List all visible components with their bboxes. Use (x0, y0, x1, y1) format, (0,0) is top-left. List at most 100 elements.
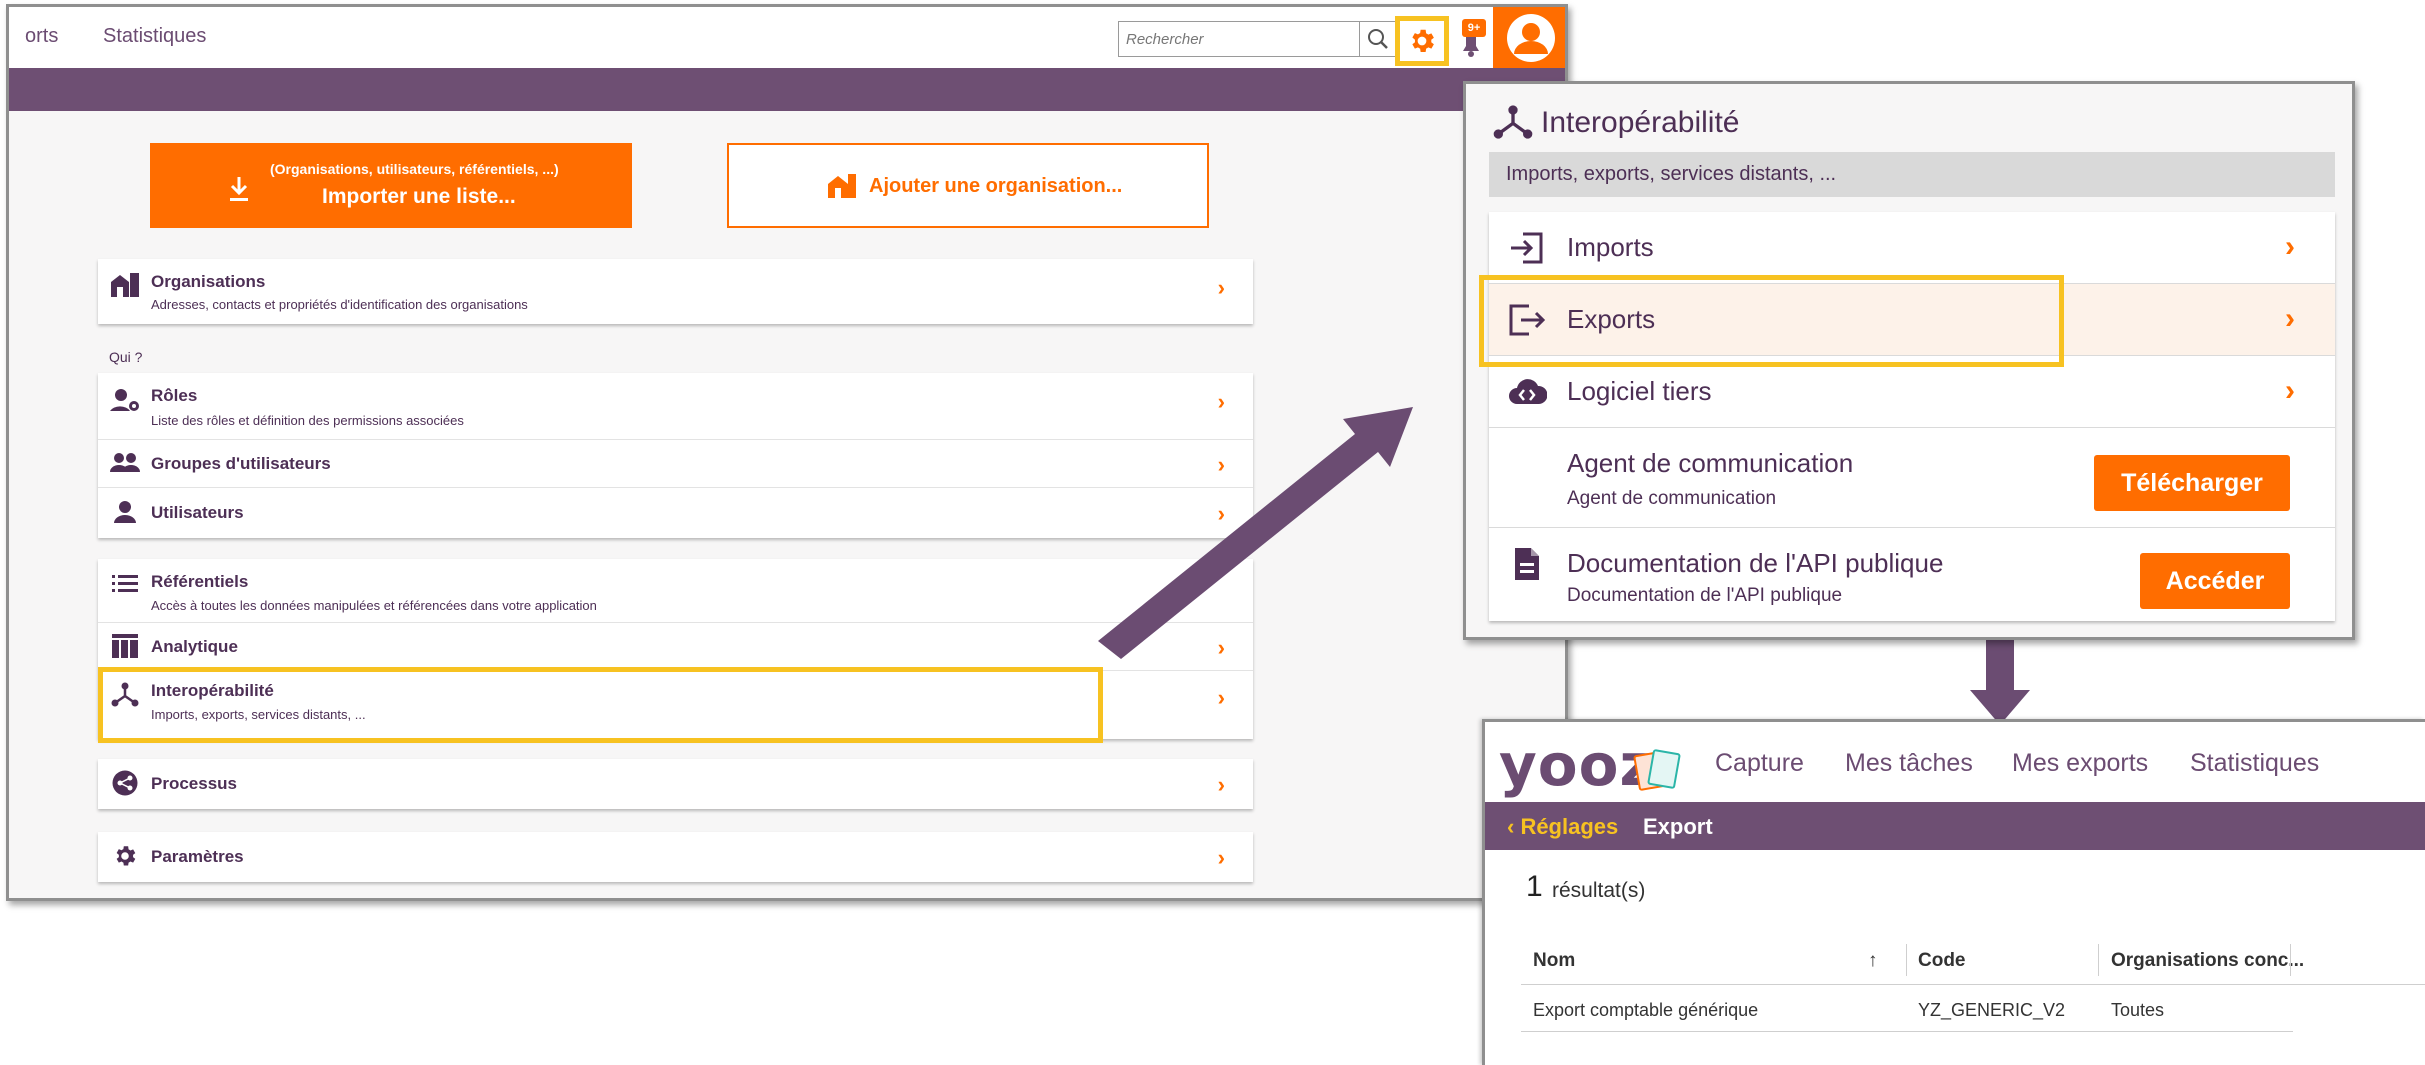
notification-badge: 9+ (1462, 19, 1486, 37)
parametres-card: Paramètres › (98, 832, 1253, 882)
organisations-title: Organisations (151, 272, 266, 291)
agent-sub: Agent de communication (1567, 488, 1777, 509)
cloud-sync-icon (1509, 379, 1547, 404)
interop-panel-subtitle: Imports, exports, services distants, ... (1506, 163, 1837, 185)
chevron-right-icon: › (1217, 772, 1225, 797)
referentiels-item[interactable]: Référentiels Accès à toutes les données … (98, 559, 1253, 623)
chevron-right-icon: › (1217, 845, 1225, 870)
api-doc-item: Documentation de l'API publique Document… (1489, 528, 2335, 621)
row-divider (1521, 1031, 2293, 1032)
share-process-icon (112, 770, 138, 796)
roles-title: Rôles (151, 386, 198, 405)
roles-sub: Liste des rôles et définition des permis… (151, 413, 464, 428)
interop-panel-subtitle-bar: Imports, exports, services distants, ... (1489, 152, 2335, 197)
breadcrumb-bar: ‹ Réglages Export (1485, 802, 2425, 850)
breadcrumb-current: Export (1643, 814, 1713, 839)
nav-statistiques[interactable]: Statistiques (103, 25, 206, 48)
column-divider[interactable] (2290, 944, 2291, 976)
parametres-title: Paramètres (151, 847, 244, 866)
nav-statistiques[interactable]: Statistiques (2190, 749, 2319, 778)
organisation-building-icon (111, 273, 139, 297)
processus-title: Processus (151, 774, 237, 793)
referentiels-title: Référentiels (151, 572, 249, 591)
logiciel-tiers-label: Logiciel tiers (1567, 376, 1712, 406)
building-add-icon (828, 174, 856, 198)
interop-list: Imports › Exports › Logiciel tiers › Age… (1489, 212, 2335, 621)
chevron-right-icon: › (1217, 635, 1225, 660)
result-count-label: résultat(s) (1552, 879, 1646, 902)
processus-card: Processus › (98, 759, 1253, 809)
chevron-right-icon: › (1217, 685, 1225, 710)
organisations-card: Organisations Adresses, contacts et prop… (98, 259, 1253, 324)
chevron-right-icon: › (1217, 389, 1225, 414)
agent-title: Agent de communication (1567, 448, 1854, 478)
column-organisations[interactable]: Organisations conc... (2111, 950, 2304, 972)
imports-label: Imports (1567, 232, 1654, 262)
search-icon[interactable] (1359, 22, 1395, 56)
search-placeholder: Rechercher (1126, 31, 1204, 48)
analytics-table-icon (112, 634, 138, 658)
user-cog-icon (110, 389, 139, 411)
nav-imports[interactable]: orts (25, 25, 58, 48)
gear-icon[interactable] (1407, 26, 1437, 56)
interop-hub-icon (1493, 105, 1533, 139)
column-code[interactable]: Code (1918, 950, 1966, 972)
gear-icon (116, 846, 136, 866)
chevron-right-icon: › (1217, 452, 1225, 477)
back-reglages-link[interactable]: ‹ Réglages (1507, 814, 1618, 840)
cell-organisations: Toutes (2111, 1000, 2165, 1020)
chevron-right-icon: › (2285, 230, 2295, 263)
imports-item[interactable]: Imports › (1489, 212, 2335, 284)
chevron-right-icon: › (2285, 374, 2295, 407)
settings-highlight (1395, 16, 1449, 66)
import-list-button[interactable]: (Organisations, utilisateurs, référentie… (150, 143, 632, 228)
users-group-icon (110, 453, 140, 472)
result-count: 1 (1526, 870, 1543, 903)
import-list-label: Importer une liste... (322, 185, 516, 208)
document-icon (1515, 548, 1539, 580)
nav-mes-taches[interactable]: Mes tâches (1845, 749, 1973, 778)
nav-capture[interactable]: Capture (1715, 749, 1804, 778)
import-icon (1511, 232, 1543, 264)
download-icon (230, 177, 248, 201)
users-title: Utilisateurs (151, 503, 244, 522)
yooz-export-window: yooz Capture Mes tâches Mes exports Stat… (1482, 719, 2425, 1065)
import-list-hint: (Organisations, utilisateurs, référentie… (270, 161, 559, 177)
interop-panel-title: Interopérabilité (1541, 106, 1740, 139)
analytique-item[interactable]: Analytique › (98, 623, 1253, 671)
yooz-logo: yooz (1499, 731, 1655, 799)
user-avatar-icon (1507, 14, 1555, 62)
column-nom[interactable]: Nom (1533, 950, 1575, 972)
nav-mes-exports[interactable]: Mes exports (2012, 749, 2148, 778)
chevron-right-icon: › (2285, 302, 2295, 335)
parametres-item[interactable]: Paramètres › (98, 832, 1253, 882)
roles-item[interactable]: Rôles Liste des rôles et définition des … (98, 373, 1253, 440)
column-divider[interactable] (2098, 944, 2099, 976)
access-api-doc-button[interactable]: Accéder (2140, 553, 2290, 609)
processus-item[interactable]: Processus › (98, 759, 1253, 809)
add-organisation-button[interactable]: Ajouter une organisation... (727, 143, 1209, 228)
organisations-sub: Adresses, contacts et propriétés d'ident… (151, 297, 528, 312)
user-icon (114, 501, 136, 523)
referentiels-sub: Accès à toutes les données manipulées et… (151, 598, 597, 613)
add-organisation-label: Ajouter une organisation... (869, 175, 1123, 197)
download-agent-button[interactable]: Télécharger (2094, 455, 2290, 511)
column-divider[interactable] (1906, 944, 1907, 976)
cell-nom[interactable]: Export comptable générique (1533, 1000, 1758, 1021)
interop-highlight (98, 667, 1103, 743)
yooz-cards-icon (1633, 749, 1681, 791)
api-doc-title: Documentation de l'API publique (1567, 548, 1944, 578)
search-box[interactable]: Rechercher (1118, 21, 1396, 57)
analytique-title: Analytique (151, 637, 238, 656)
avatar[interactable] (1493, 7, 1565, 68)
user-groups-item[interactable]: Groupes d'utilisateurs › (98, 440, 1253, 488)
chevron-right-icon: › (1217, 275, 1225, 300)
users-item[interactable]: Utilisateurs › (98, 488, 1253, 538)
api-doc-sub: Documentation de l'API publique (1567, 585, 1843, 606)
exports-highlight (1479, 275, 2064, 367)
agent-item: Agent de communication Agent de communic… (1489, 428, 2335, 528)
cell-code: YZ_GENERIC_V2 (1918, 1000, 2066, 1020)
organisations-item[interactable]: Organisations Adresses, contacts et prop… (98, 259, 1253, 324)
header-divider (1521, 984, 2425, 985)
sort-arrow-up-icon[interactable]: ↑ (1868, 950, 1878, 972)
